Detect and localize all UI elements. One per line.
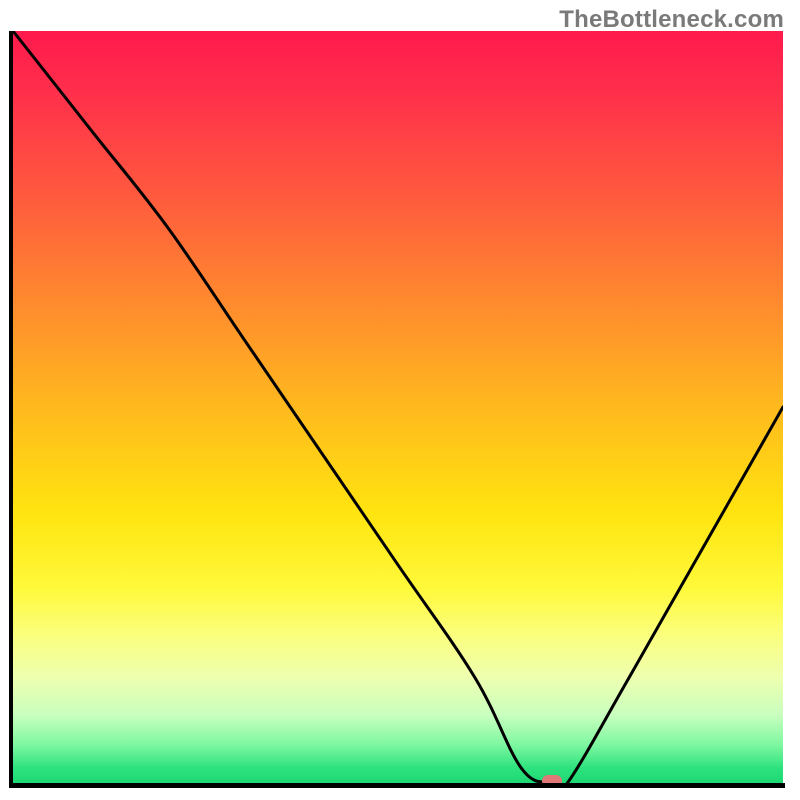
optimal-point-marker <box>542 775 562 787</box>
watermark-text: TheBottleneck.com <box>559 6 784 34</box>
plot-gradient-background <box>13 31 783 783</box>
chart-container: TheBottleneck.com <box>0 0 800 800</box>
